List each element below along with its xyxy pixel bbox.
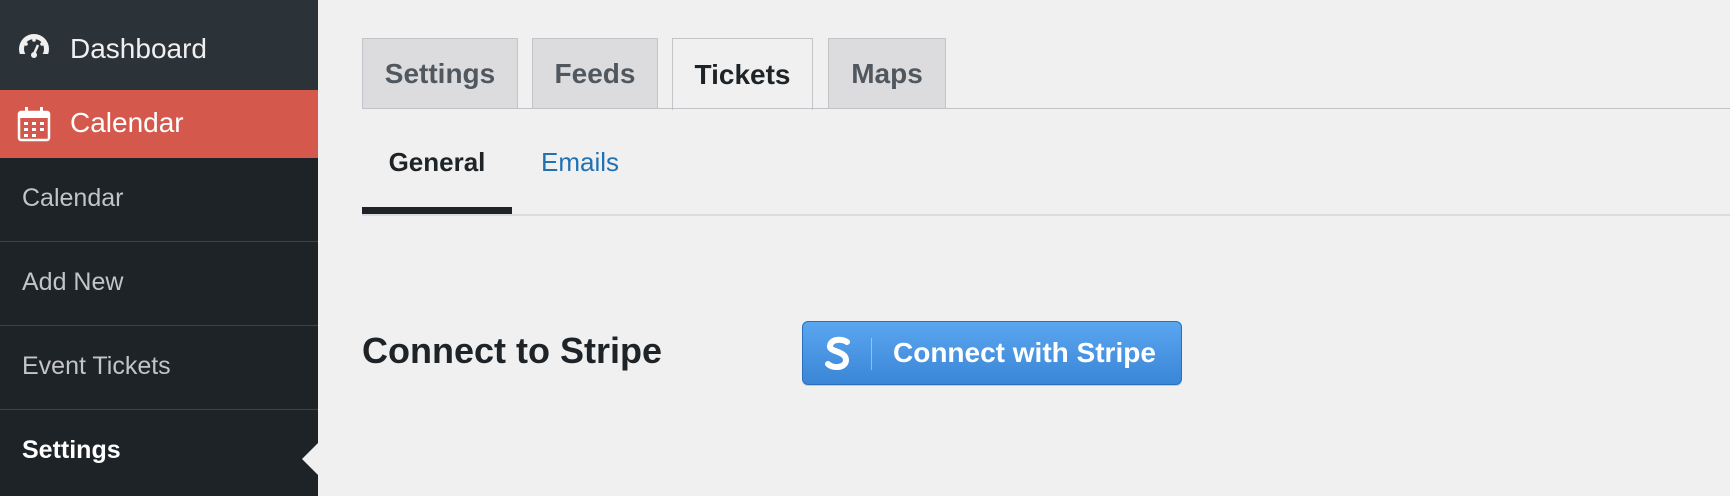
sidebar-item-dashboard-label: Dashboard bbox=[70, 33, 207, 64]
section-title: Connect to Stripe bbox=[362, 330, 663, 371]
submenu-item-add-new[interactable]: Add New bbox=[0, 242, 318, 326]
main-content: Settings Feeds Tickets Maps General Emai… bbox=[318, 0, 1730, 496]
sidebar-item-calendar[interactable]: Calendar bbox=[0, 90, 318, 158]
connect-stripe-button[interactable]: Connect with Stripe bbox=[802, 321, 1182, 385]
subtab-general[interactable]: General bbox=[362, 112, 512, 212]
tab-feeds[interactable]: Feeds bbox=[532, 38, 658, 108]
connect-stripe-label: Connect with Stripe bbox=[893, 337, 1156, 368]
ticket-subtabs: General Emails bbox=[362, 112, 1730, 216]
button-divider bbox=[871, 338, 872, 370]
subtab-emails[interactable]: Emails bbox=[530, 112, 630, 212]
calendar-icon bbox=[17, 107, 51, 142]
submenu-item-label: Settings bbox=[22, 436, 121, 464]
submenu-item-settings[interactable]: Settings bbox=[0, 410, 318, 494]
sidebar-item-dashboard[interactable]: Dashboard bbox=[0, 20, 318, 90]
tab-settings[interactable]: Settings bbox=[362, 38, 518, 108]
subtab-active-indicator bbox=[362, 207, 512, 214]
tab-tickets[interactable]: Tickets bbox=[672, 38, 813, 110]
submenu-item-label: Calendar bbox=[22, 184, 124, 212]
sidebar-item-calendar-label: Calendar bbox=[70, 107, 184, 138]
current-item-arrow bbox=[302, 443, 318, 475]
submenu-item-label: Event Tickets bbox=[22, 352, 171, 380]
stripe-s-icon bbox=[825, 336, 850, 370]
settings-tabs: Settings Feeds Tickets Maps bbox=[362, 38, 1730, 110]
submenu-item-label: Add New bbox=[22, 268, 124, 296]
submenu-item-event-tickets[interactable]: Event Tickets bbox=[0, 326, 318, 410]
tab-divider bbox=[362, 108, 1730, 109]
admin-sidebar: Dashboard Calendar Calendar Add New Even… bbox=[0, 0, 318, 496]
submenu-item-calendar[interactable]: Calendar bbox=[0, 158, 318, 242]
tab-maps[interactable]: Maps bbox=[828, 38, 946, 108]
dashboard-icon bbox=[17, 34, 51, 66]
sidebar-submenu: Calendar Add New Event Tickets Settings bbox=[0, 158, 318, 496]
subtab-divider bbox=[362, 214, 1730, 216]
